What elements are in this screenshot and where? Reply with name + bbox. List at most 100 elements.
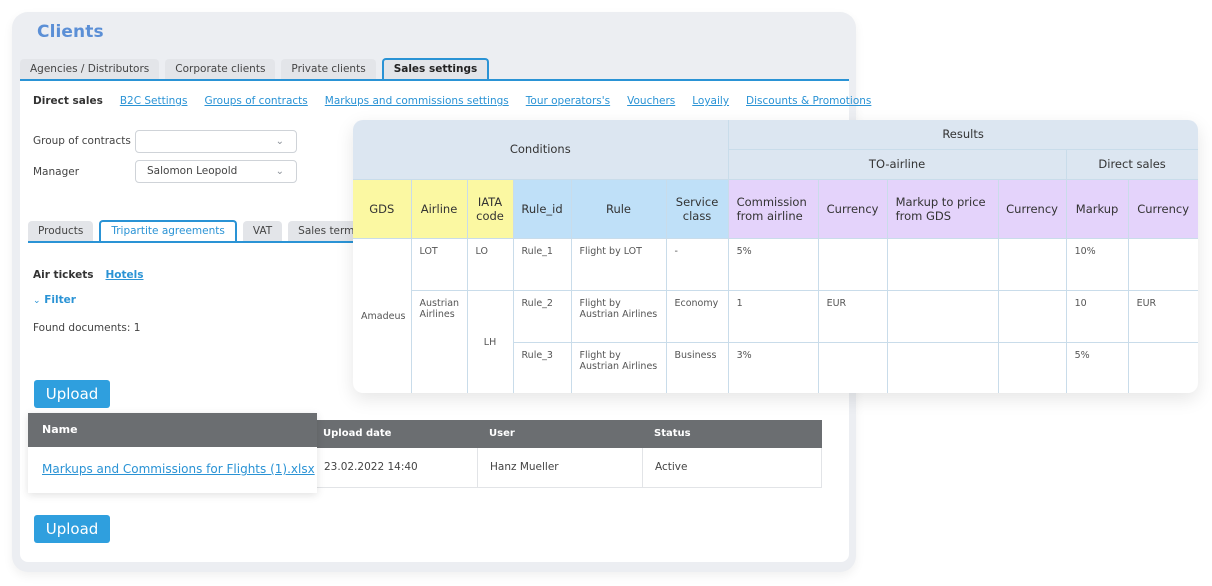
category-nav: Air tickets Hotels bbox=[33, 269, 144, 281]
tab-sales-settings[interactable]: Sales settings bbox=[381, 58, 490, 81]
cell-iata: LO bbox=[466, 237, 514, 291]
category-air-tickets[interactable]: Air tickets bbox=[33, 269, 94, 281]
col-markup-gds: Markup to price from GDS bbox=[886, 178, 999, 239]
col-currency-1: Currency bbox=[817, 178, 888, 239]
tab-corporate-clients[interactable]: Corporate clients bbox=[165, 59, 276, 80]
col-commission: Commission from airline bbox=[727, 178, 819, 239]
cell-currency-1 bbox=[817, 237, 888, 291]
cell-markup-gds bbox=[886, 289, 999, 343]
filter-label: Filter bbox=[44, 294, 76, 306]
subnav-tour-operators[interactable]: Tour operators's bbox=[526, 95, 610, 107]
group-results: Results bbox=[727, 120, 1198, 150]
chevron-down-icon: ⌄ bbox=[275, 166, 284, 177]
cell-markup-gds bbox=[886, 237, 999, 291]
col-airline: Airline bbox=[410, 178, 468, 239]
cell-service-class: - bbox=[665, 237, 729, 291]
documents-header: Upload date User Status bbox=[311, 420, 822, 448]
manager-select[interactable]: Salomon Leopold ⌄ bbox=[135, 160, 297, 183]
subnav-discounts-promotions[interactable]: Discounts & Promotions bbox=[746, 95, 871, 107]
chevron-down-icon: ⌄ bbox=[33, 296, 41, 306]
rules-table-card: Conditions Results TO-airline Direct sal… bbox=[353, 120, 1198, 393]
table-row: Amadeus LOT LO Rule_1 Flight by LOT - 5%… bbox=[353, 237, 1198, 393]
cell-markup-gds bbox=[886, 341, 999, 393]
cell-commission: 3% bbox=[727, 341, 819, 393]
category-hotels[interactable]: Hotels bbox=[106, 269, 144, 281]
cell-rule-id: Rule_2 bbox=[512, 289, 572, 343]
cell-airline: Austrian Airlines bbox=[411, 289, 468, 393]
cell-currency-2 bbox=[997, 341, 1067, 393]
cell-status: Active bbox=[655, 461, 688, 473]
chevron-down-icon: ⌄ bbox=[275, 136, 284, 147]
subnav-markups-commissions[interactable]: Markups and commissions settings bbox=[325, 95, 509, 107]
header-name[interactable]: Name bbox=[28, 413, 317, 447]
group-conditions: Conditions bbox=[353, 120, 729, 180]
filter-toggle[interactable]: ⌄ Filter bbox=[33, 294, 76, 306]
subnav-groups-of-contracts[interactable]: Groups of contracts bbox=[204, 95, 307, 107]
inner-tabs: Products Tripartite agreements VAT Sales… bbox=[28, 220, 370, 243]
col-rule-id: Rule_id bbox=[512, 178, 572, 239]
documents-table: Upload date User Status 23.02.2022 14:40… bbox=[311, 420, 822, 488]
upload-button[interactable]: Upload bbox=[34, 380, 110, 408]
header-user[interactable]: User bbox=[477, 420, 642, 448]
name-column-callout: Name Markups and Commissions for Flights… bbox=[28, 413, 317, 493]
upload-button-bottom[interactable]: Upload bbox=[34, 515, 110, 543]
cell-service-class: Economy bbox=[665, 289, 729, 343]
cell-markup: 5% bbox=[1065, 341, 1129, 393]
tab-private-clients[interactable]: Private clients bbox=[281, 59, 376, 80]
col-service-class: Service class bbox=[665, 178, 729, 239]
group-of-contracts-select[interactable]: ⌄ bbox=[135, 130, 297, 153]
cell-rule-id: Rule_3 bbox=[513, 341, 572, 393]
cell-currency-3 bbox=[1127, 237, 1198, 291]
top-tabs: Agencies / Distributors Corporate client… bbox=[20, 58, 490, 81]
document-link[interactable]: Markups and Commissions for Flights (1).… bbox=[28, 447, 317, 492]
col-rule: Rule bbox=[570, 178, 667, 239]
subnav-direct-sales[interactable]: Direct sales bbox=[33, 95, 103, 107]
cell-commission: 5% bbox=[727, 237, 819, 291]
cell-rule: Flight by LOT bbox=[570, 237, 667, 291]
cell-service-class: Business bbox=[665, 341, 729, 393]
found-documents: Found documents: 1 bbox=[33, 322, 141, 334]
subnav-loyalty[interactable]: Loyaily bbox=[692, 95, 729, 107]
cell-rule: Flight by Austrian Airlines bbox=[570, 289, 667, 343]
group-to-airline: TO-airline bbox=[728, 148, 1067, 180]
cell-currency-1: EUR bbox=[817, 289, 888, 343]
cell-iata: LH bbox=[466, 289, 514, 393]
group-of-contracts-label: Group of contracts bbox=[33, 135, 131, 147]
cell-rule: Flight by Austrian Airlines bbox=[570, 341, 667, 393]
tab-products[interactable]: Products bbox=[28, 221, 94, 242]
tab-vat[interactable]: VAT bbox=[242, 221, 283, 242]
manager-label: Manager bbox=[33, 166, 80, 178]
header-status[interactable]: Status bbox=[642, 420, 820, 448]
group-direct-sales: Direct sales bbox=[1065, 148, 1198, 180]
col-currency-2: Currency bbox=[997, 178, 1067, 239]
cell-currency-2 bbox=[997, 289, 1067, 343]
cell-currency-1 bbox=[817, 341, 888, 393]
col-markup: Markup bbox=[1065, 178, 1129, 239]
cell-upload-date: 23.02.2022 14:40 bbox=[312, 448, 478, 487]
tab-agencies[interactable]: Agencies / Distributors bbox=[20, 59, 160, 80]
tab-tripartite-agreements[interactable]: Tripartite agreements bbox=[99, 220, 237, 243]
tabs-underline bbox=[20, 79, 849, 81]
cell-rule-id: Rule_1 bbox=[512, 237, 572, 291]
cell-currency-3 bbox=[1127, 341, 1198, 393]
manager-value: Salomon Leopold bbox=[147, 165, 238, 177]
cell-airline: LOT bbox=[410, 237, 468, 291]
cell-markup: 10% bbox=[1065, 237, 1129, 291]
sales-subnav: Direct sales B2C Settings Groups of cont… bbox=[33, 95, 871, 107]
cell-user: Hanz Mueller bbox=[478, 448, 643, 487]
col-iata-code: IATA code bbox=[466, 178, 514, 239]
subnav-b2c-settings[interactable]: B2C Settings bbox=[120, 95, 188, 107]
header-upload-date[interactable]: Upload date bbox=[311, 420, 477, 448]
cell-currency-2 bbox=[997, 237, 1067, 291]
col-gds: GDS bbox=[353, 178, 412, 239]
rules-table: Conditions Results TO-airline Direct sal… bbox=[353, 120, 1198, 393]
inner-tabs-underline bbox=[28, 241, 354, 243]
subnav-vouchers[interactable]: Vouchers bbox=[627, 95, 675, 107]
table-row: Austrian Airlines LH Rule_2 Flight by Au… bbox=[353, 289, 1198, 393]
table-row: 23.02.2022 14:40 Hanz Mueller Active bbox=[311, 448, 822, 488]
cell-commission: 1 bbox=[727, 289, 819, 343]
page-title: Clients bbox=[37, 22, 104, 42]
cell-markup: 10 bbox=[1065, 289, 1129, 343]
cell-gds: Amadeus bbox=[353, 237, 412, 393]
cell-currency-3: EUR bbox=[1127, 289, 1198, 343]
